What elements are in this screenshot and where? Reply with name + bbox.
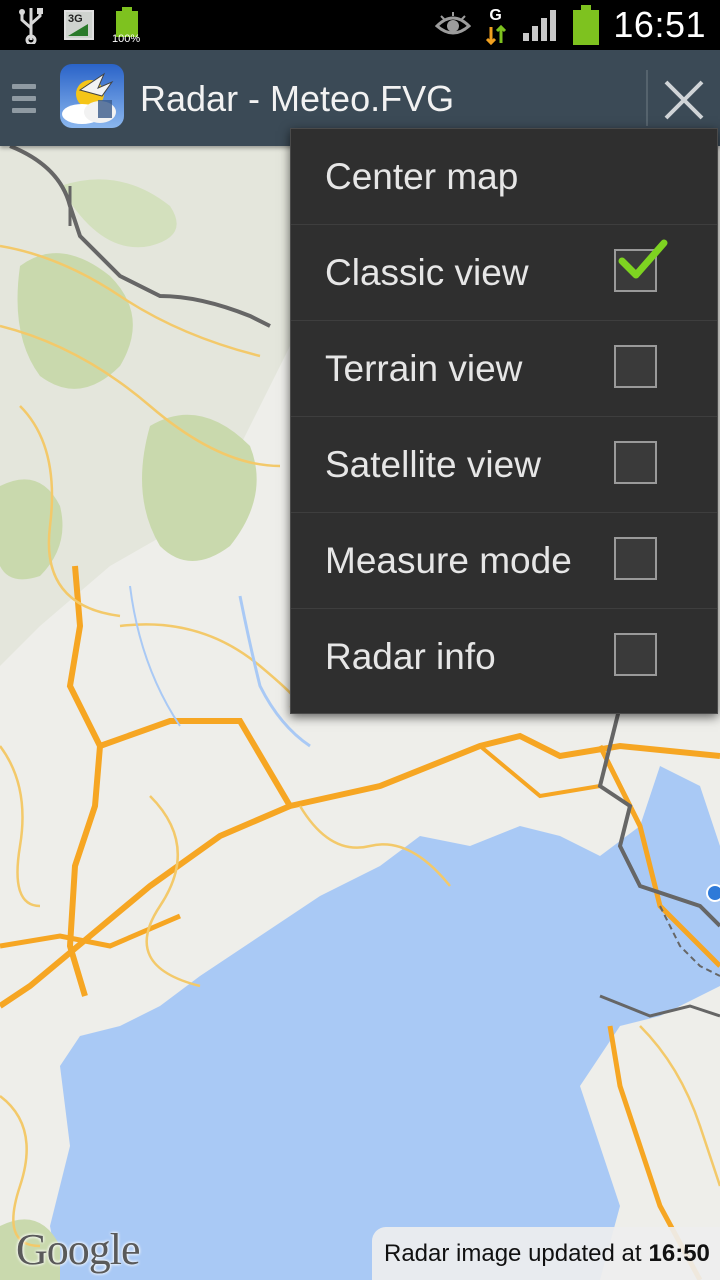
menu-item-terrain-view[interactable]: Terrain view	[291, 321, 717, 417]
menu-item-center-map[interactable]: Center map	[291, 129, 717, 225]
measure-mode-checkbox[interactable]	[614, 537, 657, 580]
google-attribution: Google	[16, 1225, 141, 1274]
overflow-menu: Center map Classic view Terrain view Sat…	[290, 128, 718, 714]
action-bar-divider	[646, 70, 648, 126]
menu-item-label: Classic view	[325, 252, 529, 293]
menu-item-label: Radar info	[325, 636, 496, 677]
close-icon[interactable]	[652, 72, 716, 128]
data-arrows-icon: G	[485, 5, 509, 45]
close-button[interactable]	[652, 72, 716, 128]
menu-item-satellite-view[interactable]: Satellite view	[291, 417, 717, 513]
menu-item-measure-mode[interactable]: Measure mode	[291, 513, 717, 609]
sim-3g-icon: 3G	[64, 10, 94, 40]
battery-small-icon: 100%	[112, 7, 142, 45]
drawer-icon[interactable]	[12, 84, 36, 114]
usb-icon	[19, 8, 43, 44]
menu-item-label: Measure mode	[325, 540, 572, 581]
app-logo[interactable]	[60, 64, 124, 128]
radar-info-checkbox[interactable]	[614, 633, 657, 676]
radar-updated-text: Radar image updated at	[384, 1239, 642, 1267]
menu-item-label: Center map	[325, 156, 519, 197]
signal-icon	[523, 10, 557, 41]
radar-updated-time: 16:50	[648, 1239, 710, 1267]
radar-updated-label: Radar image updated at 16:50	[372, 1227, 720, 1280]
menu-item-classic-view[interactable]: Classic view	[291, 225, 717, 321]
battery-icon	[573, 5, 600, 45]
eye-icon	[435, 12, 472, 35]
menu-item-label: Terrain view	[325, 348, 523, 389]
clock: 16:51	[613, 4, 706, 45]
menu-item-radar-info[interactable]: Radar info	[291, 609, 717, 705]
page-title: Radar - Meteo.FVG	[140, 78, 455, 119]
menu-item-label: Satellite view	[325, 444, 541, 485]
checkmark-icon	[618, 239, 668, 279]
terrain-view-checkbox[interactable]	[614, 345, 657, 388]
status-bar: 3G 100% G 16:51	[0, 0, 720, 50]
satellite-view-checkbox[interactable]	[614, 441, 657, 484]
